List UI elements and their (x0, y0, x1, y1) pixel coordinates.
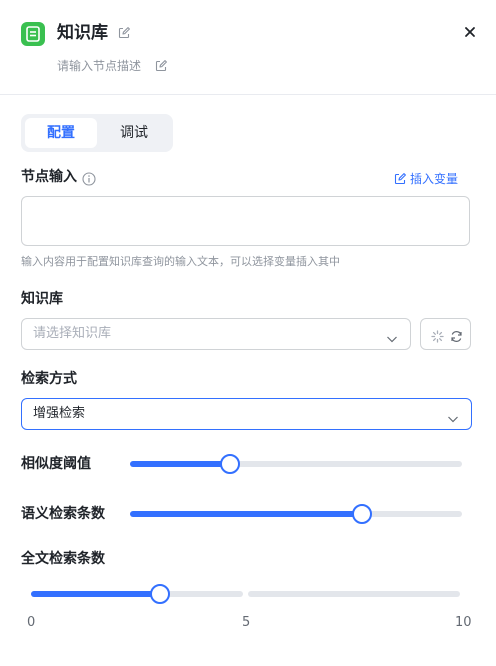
tab-debug[interactable]: 调试 (101, 118, 167, 148)
similarity-label: 相似度阈值 (21, 456, 91, 472)
fulltext-count-label: 全文检索条数 (21, 551, 105, 567)
refresh-icon[interactable] (450, 328, 463, 347)
search-method-select[interactable]: 增强检索 (21, 398, 472, 430)
tick-label-min: 0 (27, 615, 36, 630)
knowledge-base-placeholder: 请选择知识库 (33, 326, 112, 341)
search-method-value: 增强检索 (33, 406, 86, 421)
similarity-slider-handle[interactable] (220, 454, 240, 474)
knowledge-base-label: 知识库 (21, 291, 63, 307)
tick-label-mid: 5 (242, 615, 251, 630)
insert-variable-icon (394, 173, 406, 189)
semantic-count-slider[interactable] (130, 504, 462, 524)
node-input-label: 节点输入 (21, 169, 77, 185)
tab-config[interactable]: 配置 (25, 118, 97, 148)
node-input-field[interactable] (21, 196, 470, 246)
search-method-label: 检索方式 (21, 371, 77, 387)
insert-variable-label: 插入变量 (409, 172, 458, 186)
edit-description-icon[interactable] (155, 60, 167, 72)
edit-title-icon[interactable] (118, 27, 130, 39)
knowledge-base-node-panel: 知识库 请输入节点描述 配置 调试 节点输入 插入变量 输入内容用于配置知识库查… (0, 0, 496, 666)
knowledge-base-icon (21, 22, 45, 46)
chevron-down-icon (386, 329, 398, 343)
node-title: 知识库 (57, 23, 108, 43)
fulltext-count-slider[interactable] (31, 584, 460, 604)
tab-group: 配置 调试 (21, 114, 173, 152)
close-icon[interactable] (463, 24, 477, 38)
panel-header: 知识库 请输入节点描述 (0, 0, 496, 95)
loading-icon (431, 328, 444, 347)
fulltext-count-slider-fill (31, 591, 160, 597)
tick-label-max: 10 (455, 615, 472, 630)
chevron-down-icon (447, 409, 459, 423)
similarity-slider[interactable] (130, 454, 462, 474)
node-input-hint: 输入内容用于配置知识库查询的输入文本，可以选择变量插入其中 (21, 255, 340, 268)
similarity-slider-fill (130, 461, 230, 467)
semantic-count-slider-fill (130, 511, 362, 517)
semantic-count-label: 语义检索条数 (21, 506, 105, 522)
fulltext-track-segment-2 (248, 591, 460, 597)
info-icon[interactable] (82, 171, 96, 186)
fulltext-count-slider-handle[interactable] (150, 584, 170, 604)
insert-variable-button[interactable]: 插入变量 (394, 171, 458, 189)
knowledge-base-select[interactable]: 请选择知识库 (21, 318, 411, 350)
node-description[interactable]: 请输入节点描述 (57, 58, 141, 74)
knowledge-base-actions[interactable] (420, 318, 471, 350)
semantic-count-slider-handle[interactable] (352, 504, 372, 524)
